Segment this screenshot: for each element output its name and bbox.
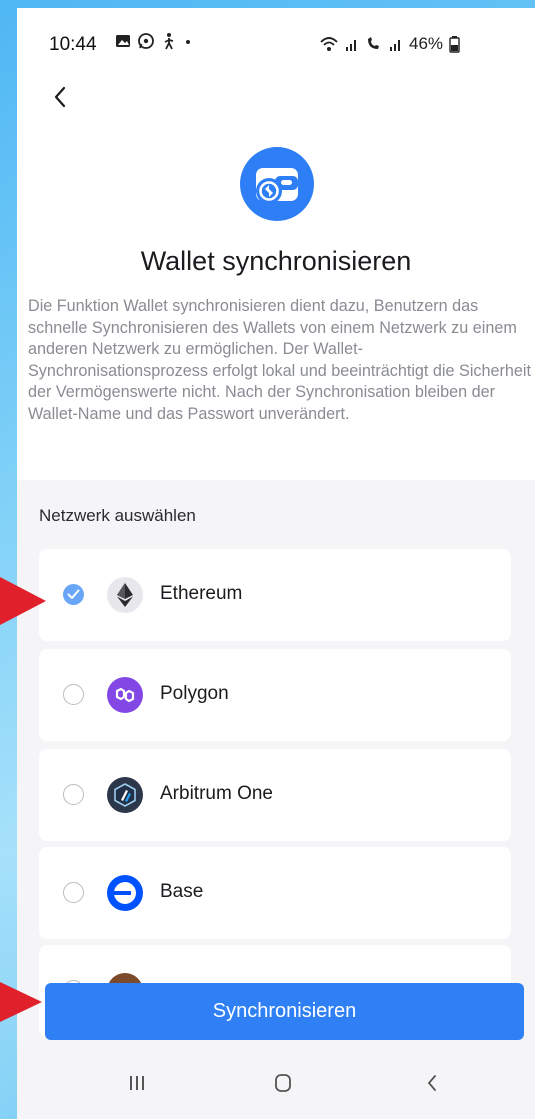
call-icon	[368, 37, 379, 49]
description-text: Die Funktion Wallet synchronisieren dien…	[28, 297, 531, 423]
back-button[interactable]	[43, 80, 77, 114]
network-option-ethereum[interactable]: Ethereum	[39, 549, 511, 641]
network-option-polygon[interactable]: Polygon	[39, 649, 511, 741]
chevron-left-icon	[54, 86, 66, 108]
recent-apps-button[interactable]	[117, 1068, 157, 1098]
section-label: Netzwerk auswählen	[39, 506, 196, 525]
whatsapp-icon	[138, 33, 154, 49]
arbitrum-icon	[107, 777, 143, 813]
check-icon	[67, 589, 80, 599]
signal-icon	[390, 40, 400, 51]
gallery-icon	[116, 35, 130, 47]
header-section: 10:44 46% Wallet synchronisieren Die Fun…	[17, 8, 535, 480]
walking-icon	[164, 33, 174, 50]
status-time: 10:44	[49, 34, 97, 55]
battery-percent: 46%	[409, 34, 444, 53]
dot-icon	[186, 40, 190, 44]
status-right: 46%	[319, 34, 460, 54]
network-option-base[interactable]: Base	[39, 847, 511, 939]
polygon-icon	[107, 677, 143, 713]
network-name: Ethereum	[160, 583, 243, 604]
wifi-icon	[320, 37, 338, 51]
battery-icon	[449, 36, 460, 53]
radio-unchecked[interactable]	[63, 784, 84, 805]
status-bar: 10:44 46%	[17, 8, 535, 78]
chevron-left-icon	[427, 1075, 436, 1091]
synchronize-button[interactable]: Synchronisieren	[45, 983, 524, 1040]
network-name: Arbitrum One	[160, 783, 273, 804]
home-icon	[275, 1074, 291, 1092]
network-name: Polygon	[160, 683, 229, 704]
notification-icons	[115, 32, 193, 50]
network-option-arbitrum-one[interactable]: Arbitrum One	[39, 749, 511, 841]
ethereum-icon	[107, 577, 143, 613]
annotation-arrow-icon	[0, 577, 46, 625]
base-icon	[107, 875, 143, 911]
system-back-button[interactable]	[412, 1068, 452, 1098]
network-name: Base	[160, 881, 204, 902]
phone-screen: 10:44 46% Wallet synchronisieren Die Fun…	[17, 8, 535, 1119]
home-button[interactable]	[263, 1068, 303, 1098]
signal-icon	[346, 40, 356, 51]
system-nav-bar	[17, 1048, 535, 1119]
radio-unchecked[interactable]	[63, 882, 84, 903]
radio-checked[interactable]	[63, 584, 84, 605]
wallet-sync-icon	[240, 147, 314, 221]
page-title: Wallet synchronisieren	[140, 246, 412, 276]
recent-apps-icon	[130, 1076, 144, 1090]
radio-unchecked[interactable]	[63, 684, 84, 705]
annotation-arrow-icon	[0, 982, 42, 1022]
